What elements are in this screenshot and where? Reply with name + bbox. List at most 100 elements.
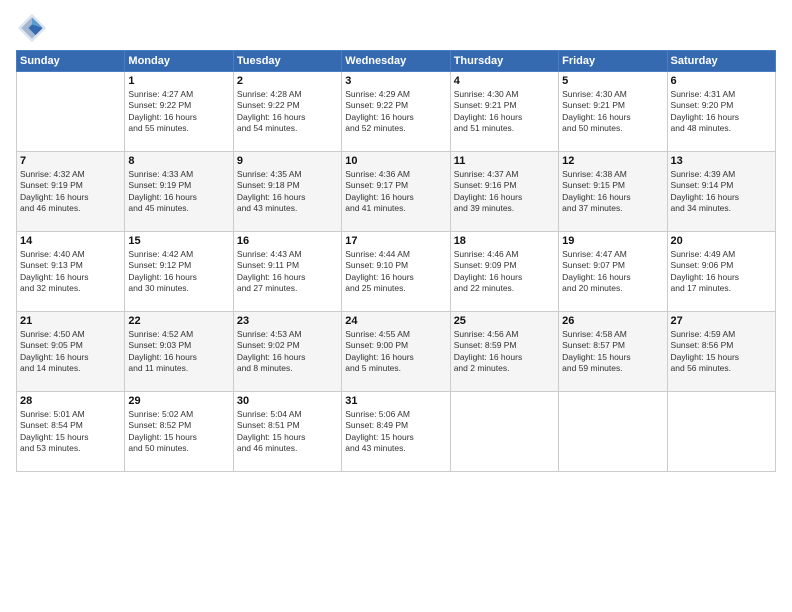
calendar-cell: 6Sunrise: 4:31 AM Sunset: 9:20 PM Daylig…: [667, 72, 775, 152]
calendar-cell: 11Sunrise: 4:37 AM Sunset: 9:16 PM Dayli…: [450, 152, 558, 232]
logo: [16, 12, 52, 44]
week-row-5: 28Sunrise: 5:01 AM Sunset: 8:54 PM Dayli…: [17, 392, 776, 472]
day-number: 10: [345, 155, 446, 167]
calendar-cell: 16Sunrise: 4:43 AM Sunset: 9:11 PM Dayli…: [233, 232, 341, 312]
day-number: 30: [237, 395, 338, 407]
calendar-cell: 21 Sunrise: 4:50 AM Sunset: 9:05 PM Dayli…: [17, 312, 125, 392]
day-details: Sunrise: 4:49 AM Sunset: 9:06 PM Dayligh…: [671, 249, 772, 295]
day-details: Sunrise: 4:53 AM Sunset: 9:02 PM Dayligh…: [237, 329, 338, 375]
calendar-cell: 31 Sunrise: 5:06 AM Sunset: 8:49 PM Dayli…: [342, 392, 450, 472]
day-number: 5: [562, 75, 663, 87]
day-details: Sunrise: 4:33 AM Sunset: 9:19 PM Dayligh…: [128, 169, 229, 215]
day-details: Sunrise: 5:06 AM Sunset: 8:49 PM Dayligh…: [345, 409, 446, 455]
day-number: 17: [345, 235, 446, 247]
day-header-thursday: Thursday: [450, 51, 558, 72]
day-details: Sunrise: 4:43 AM Sunset: 9:11 PM Dayligh…: [237, 249, 338, 295]
day-details: Sunrise: 5:01 AM Sunset: 8:54 PM Dayligh…: [20, 409, 121, 455]
day-header-monday: Monday: [125, 51, 233, 72]
day-number: 24: [345, 315, 446, 327]
week-row-2: 7 Sunrise: 4:32 AM Sunset: 9:19 PM Daylig…: [17, 152, 776, 232]
day-details: Sunrise: 4:27 AM Sunset: 9:22 PM Dayligh…: [128, 89, 229, 135]
day-details: Sunrise: 4:55 AM Sunset: 9:00 PM Dayligh…: [345, 329, 446, 375]
calendar-cell: 7 Sunrise: 4:32 AM Sunset: 9:19 PM Daylig…: [17, 152, 125, 232]
day-details: Sunrise: 5:04 AM Sunset: 8:51 PM Dayligh…: [237, 409, 338, 455]
calendar-cell: 10 Sunrise: 4:36 AM Sunset: 9:17 PM Dayli…: [342, 152, 450, 232]
calendar-cell: 22Sunrise: 4:52 AM Sunset: 9:03 PM Dayli…: [125, 312, 233, 392]
day-details: Sunrise: 4:32 AM Sunset: 9:19 PM Dayligh…: [20, 169, 121, 215]
calendar-cell: 3 Sunrise: 4:29 AM Sunset: 9:22 PM Daylig…: [342, 72, 450, 152]
day-number: 20: [671, 235, 772, 247]
page: SundayMondayTuesdayWednesdayThursdayFrid…: [0, 0, 792, 612]
calendar-cell: 18 Sunrise: 4:46 AM Sunset: 9:09 PM Dayli…: [450, 232, 558, 312]
calendar-cell: 25 Sunrise: 4:56 AM Sunset: 8:59 PM Dayli…: [450, 312, 558, 392]
day-details: Sunrise: 4:46 AM Sunset: 9:09 PM Dayligh…: [454, 249, 555, 295]
day-details: Sunrise: 4:29 AM Sunset: 9:22 PM Dayligh…: [345, 89, 446, 135]
calendar-cell: 27 Sunrise: 4:59 AM Sunset: 8:56 PM Dayli…: [667, 312, 775, 392]
day-number: 15: [128, 235, 229, 247]
logo-icon: [16, 12, 48, 44]
calendar-cell: [450, 392, 558, 472]
day-details: Sunrise: 4:30 AM Sunset: 9:21 PM Dayligh…: [562, 89, 663, 135]
day-details: Sunrise: 4:52 AM Sunset: 9:03 PM Dayligh…: [128, 329, 229, 375]
day-number: 11: [454, 155, 555, 167]
day-header-wednesday: Wednesday: [342, 51, 450, 72]
day-details: Sunrise: 4:35 AM Sunset: 9:18 PM Dayligh…: [237, 169, 338, 215]
day-details: Sunrise: 4:47 AM Sunset: 9:07 PM Dayligh…: [562, 249, 663, 295]
calendar-cell: 26 Sunrise: 4:58 AM Sunset: 8:57 PM Dayli…: [559, 312, 667, 392]
calendar-cell: 28Sunrise: 5:01 AM Sunset: 8:54 PM Dayli…: [17, 392, 125, 472]
day-details: Sunrise: 4:31 AM Sunset: 9:20 PM Dayligh…: [671, 89, 772, 135]
day-header-tuesday: Tuesday: [233, 51, 341, 72]
day-number: 19: [562, 235, 663, 247]
week-row-1: 1 Sunrise: 4:27 AM Sunset: 9:22 PM Daylig…: [17, 72, 776, 152]
day-details: Sunrise: 4:38 AM Sunset: 9:15 PM Dayligh…: [562, 169, 663, 215]
day-number: 3: [345, 75, 446, 87]
day-details: Sunrise: 4:40 AM Sunset: 9:13 PM Dayligh…: [20, 249, 121, 295]
day-number: 21: [20, 315, 121, 327]
day-number: 25: [454, 315, 555, 327]
day-header-saturday: Saturday: [667, 51, 775, 72]
day-number: 14: [20, 235, 121, 247]
day-number: 4: [454, 75, 555, 87]
day-number: 8: [128, 155, 229, 167]
header: [16, 12, 776, 44]
day-header-sunday: Sunday: [17, 51, 125, 72]
day-number: 9: [237, 155, 338, 167]
header-row: SundayMondayTuesdayWednesdayThursdayFrid…: [17, 51, 776, 72]
day-details: Sunrise: 4:39 AM Sunset: 9:14 PM Dayligh…: [671, 169, 772, 215]
calendar-cell: 19 Sunrise: 4:47 AM Sunset: 9:07 PM Dayli…: [559, 232, 667, 312]
day-details: Sunrise: 4:28 AM Sunset: 9:22 PM Dayligh…: [237, 89, 338, 135]
day-details: Sunrise: 4:50 AM Sunset: 9:05 PM Dayligh…: [20, 329, 121, 375]
calendar-cell: [17, 72, 125, 152]
calendar-cell: 12 Sunrise: 4:38 AM Sunset: 9:15 PM Dayli…: [559, 152, 667, 232]
week-row-4: 21 Sunrise: 4:50 AM Sunset: 9:05 PM Dayli…: [17, 312, 776, 392]
day-number: 1: [128, 75, 229, 87]
calendar-cell: 24 Sunrise: 4:55 AM Sunset: 9:00 PM Dayli…: [342, 312, 450, 392]
day-number: 12: [562, 155, 663, 167]
week-row-3: 14 Sunrise: 4:40 AM Sunset: 9:13 PM Dayli…: [17, 232, 776, 312]
calendar-cell: 4 Sunrise: 4:30 AM Sunset: 9:21 PM Daylig…: [450, 72, 558, 152]
calendar-cell: 20 Sunrise: 4:49 AM Sunset: 9:06 PM Dayli…: [667, 232, 775, 312]
day-number: 18: [454, 235, 555, 247]
day-number: 26: [562, 315, 663, 327]
day-number: 29: [128, 395, 229, 407]
day-details: Sunrise: 4:59 AM Sunset: 8:56 PM Dayligh…: [671, 329, 772, 375]
calendar-cell: 13Sunrise: 4:39 AM Sunset: 9:14 PM Dayli…: [667, 152, 775, 232]
calendar-cell: 5 Sunrise: 4:30 AM Sunset: 9:21 PM Daylig…: [559, 72, 667, 152]
day-details: Sunrise: 4:30 AM Sunset: 9:21 PM Dayligh…: [454, 89, 555, 135]
day-number: 23: [237, 315, 338, 327]
day-details: Sunrise: 4:58 AM Sunset: 8:57 PM Dayligh…: [562, 329, 663, 375]
calendar-cell: 9 Sunrise: 4:35 AM Sunset: 9:18 PM Daylig…: [233, 152, 341, 232]
calendar-cell: 2Sunrise: 4:28 AM Sunset: 9:22 PM Daylig…: [233, 72, 341, 152]
day-number: 7: [20, 155, 121, 167]
calendar-cell: 30 Sunrise: 5:04 AM Sunset: 8:51 PM Dayli…: [233, 392, 341, 472]
day-details: Sunrise: 5:02 AM Sunset: 8:52 PM Dayligh…: [128, 409, 229, 455]
calendar-cell: 8 Sunrise: 4:33 AM Sunset: 9:19 PM Daylig…: [125, 152, 233, 232]
day-details: Sunrise: 4:44 AM Sunset: 9:10 PM Dayligh…: [345, 249, 446, 295]
calendar-cell: 29 Sunrise: 5:02 AM Sunset: 8:52 PM Dayli…: [125, 392, 233, 472]
day-header-friday: Friday: [559, 51, 667, 72]
calendar-cell: 15Sunrise: 4:42 AM Sunset: 9:12 PM Dayli…: [125, 232, 233, 312]
day-number: 31: [345, 395, 446, 407]
day-number: 27: [671, 315, 772, 327]
day-details: Sunrise: 4:36 AM Sunset: 9:17 PM Dayligh…: [345, 169, 446, 215]
day-details: Sunrise: 4:56 AM Sunset: 8:59 PM Dayligh…: [454, 329, 555, 375]
